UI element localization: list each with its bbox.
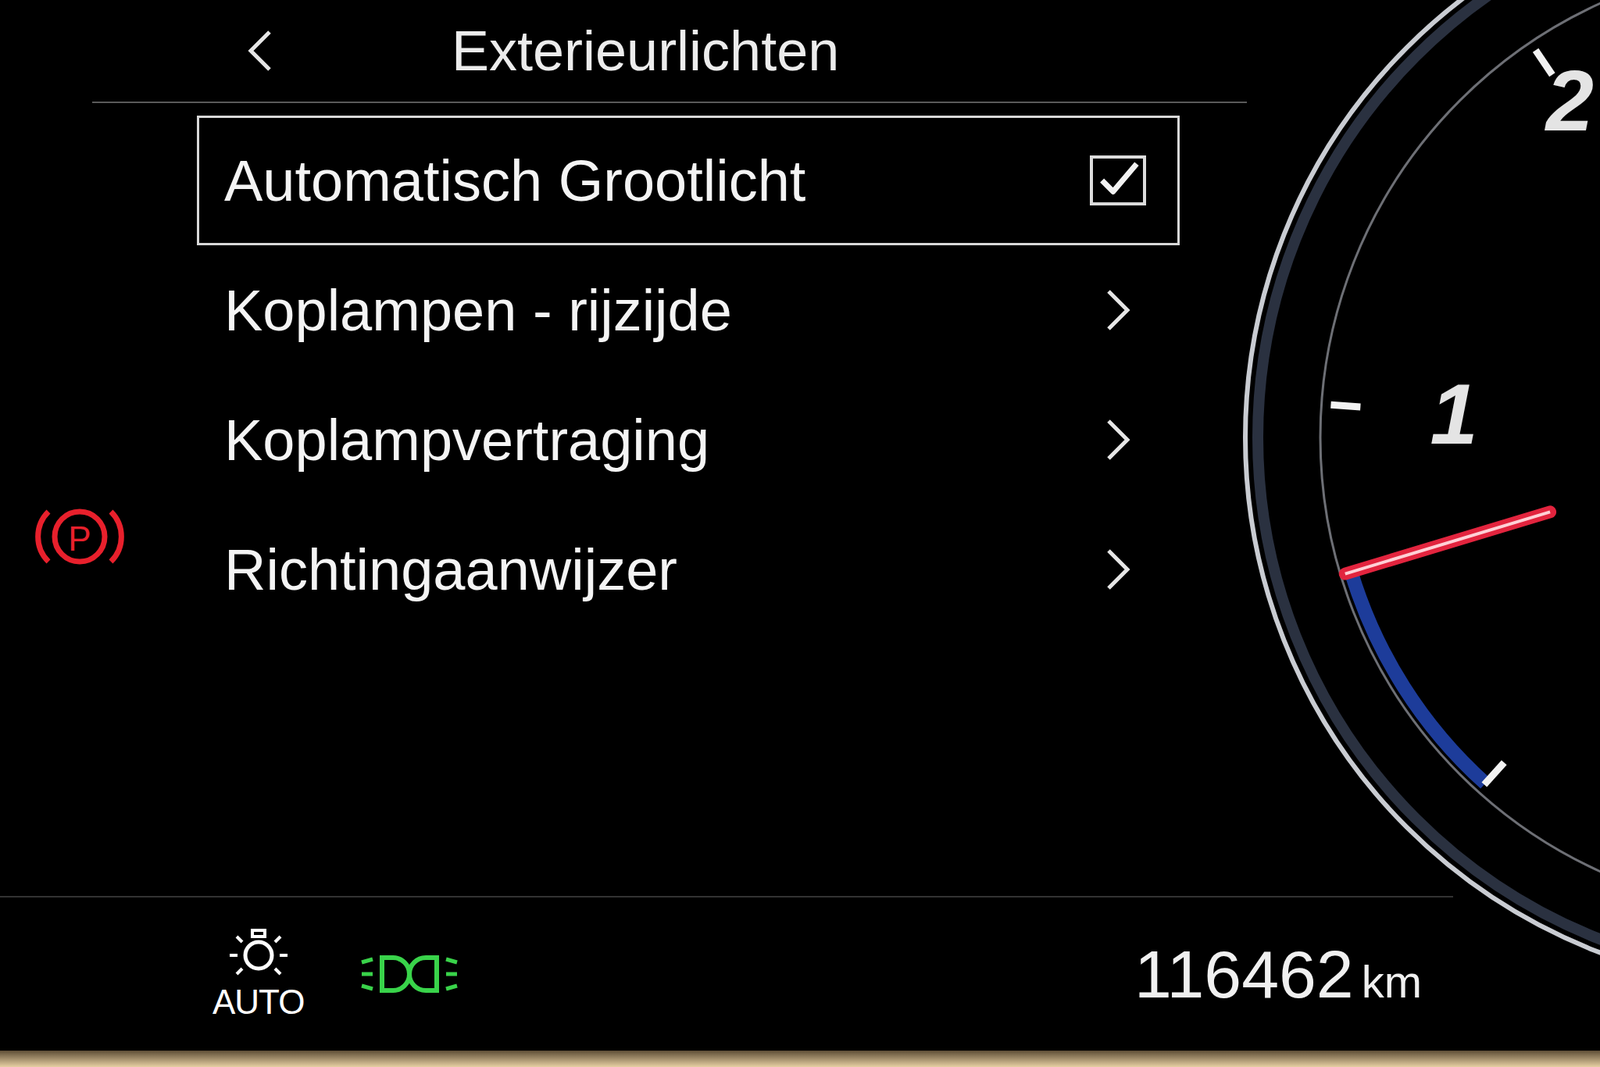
warning-column: P [0, 103, 197, 897]
side-lights-icon [358, 946, 461, 1002]
menu: Automatisch Grootlicht Koplampen - rijzij… [196, 115, 1180, 897]
menu-item[interactable]: Richtingaanwijzer [196, 504, 1180, 635]
gauge-bezel [1257, 0, 1600, 977]
chevron-right-icon [1102, 416, 1134, 464]
checkmark-icon [1093, 159, 1143, 202]
auto-label: AUTO [212, 983, 304, 1022]
needle-core [1345, 511, 1550, 574]
auto-headlights-indicator: AUTO [212, 927, 304, 1022]
menu-item-label: Koplampen - rijzijde [224, 277, 1103, 344]
odometer: 116462km [1134, 935, 1422, 1014]
needle [1345, 511, 1550, 574]
header: Exterieurlichten [92, 0, 1247, 104]
gauge-outer-ring [1245, 0, 1600, 990]
gauge-label: 2 [1544, 52, 1594, 149]
back-arrow-icon[interactable] [244, 27, 276, 75]
tachometer: 12 [1218, 0, 1600, 1051]
svg-text:P: P [67, 519, 91, 558]
gauge-band [1350, 571, 1486, 784]
menu-item-label: Automatisch Grootlicht [224, 147, 1090, 215]
body: P Automatisch Grootlicht Koplampen - rijzi… [0, 103, 1600, 897]
gauge-tick [1330, 404, 1361, 408]
menu-item-label: Richtingaanwijzer [224, 536, 1103, 604]
status-bar: AUTO 116462km [0, 896, 1454, 1051]
screen-title: Exterieurlichten [451, 18, 840, 83]
chevron-right-icon [1102, 286, 1134, 334]
menu-item[interactable]: Koplampen - rijzijde [196, 245, 1180, 375]
odometer-value: 116462 [1134, 935, 1354, 1014]
gauge-tick [1484, 762, 1504, 785]
display: Exterieurlichten P Automatisch Grootlicht K… [0, 0, 1600, 1051]
menu-item[interactable]: Koplampvertraging [196, 375, 1180, 505]
gauge-label: 1 [1429, 365, 1478, 462]
menu-item[interactable]: Automatisch Grootlicht [196, 115, 1180, 246]
instrument-cluster: 12ExterieurlichtenPAutomatisch Grootlich… [0, 0, 1600, 1067]
odometer-unit: km [1361, 955, 1422, 1008]
menu-item-label: Koplampvertraging [224, 407, 1103, 474]
checkbox[interactable] [1089, 155, 1147, 206]
headlight-bulb-icon [223, 927, 294, 983]
chevron-right-icon [1102, 546, 1134, 593]
gauge-inner-ring [1320, 0, 1600, 915]
bezel-strip [0, 1050, 1600, 1067]
parking-brake-icon: P [32, 497, 127, 576]
